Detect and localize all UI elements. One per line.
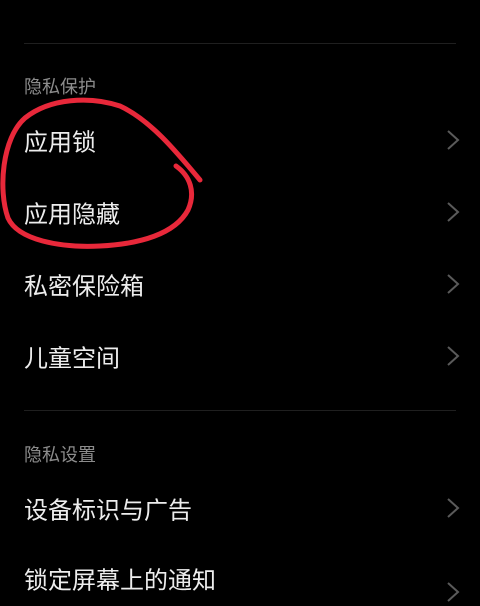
chevron-right-icon xyxy=(447,582,460,602)
chevron-right-icon xyxy=(447,202,460,222)
menu-item-lock-screen-notifications[interactable]: 锁定屏幕上的通知 xyxy=(0,546,480,606)
chevron-right-icon xyxy=(447,346,460,366)
chevron-right-icon xyxy=(447,130,460,150)
section-header-privacy-settings: 隐私设置 xyxy=(24,445,96,466)
chevron-right-icon xyxy=(447,274,460,294)
menu-item-label: 儿童空间 xyxy=(24,344,120,373)
divider xyxy=(24,410,456,411)
privacy-settings-screen: 隐私保护 应用锁 应用隐藏 私密保险箱 儿童空间 隐私设置 设备标识与广告 锁定… xyxy=(0,0,480,606)
menu-item-label: 锁定屏幕上的通知 xyxy=(24,566,216,595)
menu-item-kids-space[interactable]: 儿童空间 xyxy=(0,324,480,388)
section-header-privacy-protection: 隐私保护 xyxy=(24,77,96,98)
menu-item-private-safe[interactable]: 私密保险箱 xyxy=(0,252,480,316)
menu-item-app-hide[interactable]: 应用隐藏 xyxy=(0,180,480,244)
menu-item-label: 私密保险箱 xyxy=(24,272,144,301)
menu-item-label: 应用隐藏 xyxy=(24,200,120,229)
divider xyxy=(24,43,456,44)
menu-item-label: 设备标识与广告 xyxy=(24,496,192,525)
chevron-right-icon xyxy=(447,498,460,518)
menu-item-device-id-ads[interactable]: 设备标识与广告 xyxy=(0,476,480,540)
menu-item-app-lock[interactable]: 应用锁 xyxy=(0,108,480,172)
menu-item-label: 应用锁 xyxy=(24,128,96,157)
